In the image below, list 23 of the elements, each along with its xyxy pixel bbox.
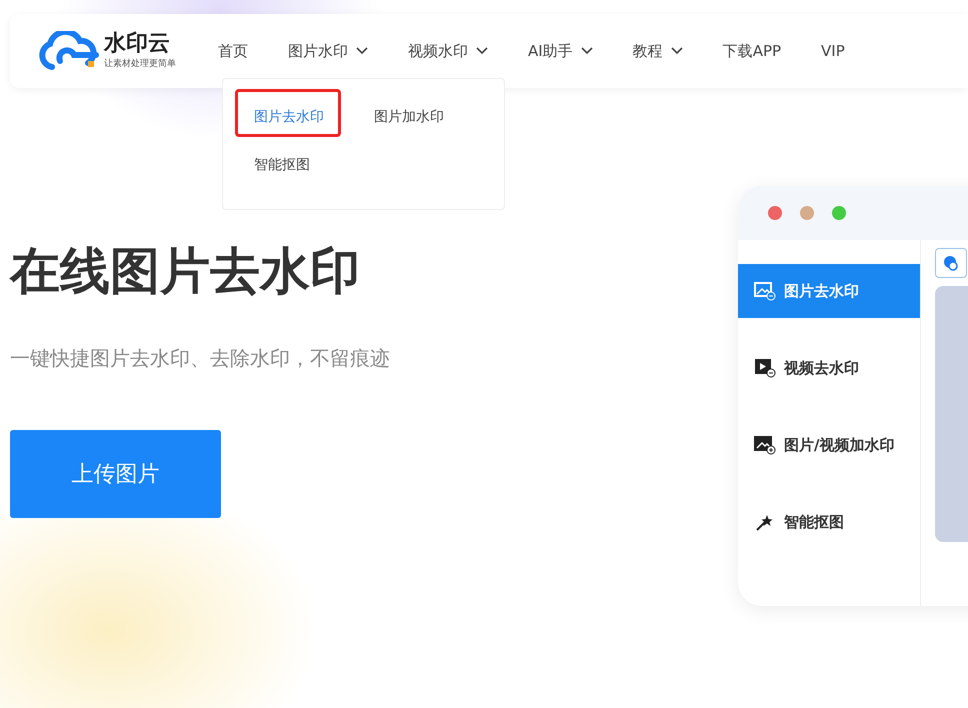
nav-link[interactable]: 下载APP bbox=[722, 42, 782, 60]
nav-link[interactable]: AI助手 bbox=[528, 42, 593, 60]
cloud-logo-icon bbox=[38, 31, 102, 71]
dropdown-item[interactable]: 图片加水印 bbox=[355, 89, 461, 137]
nav-link[interactable]: 视频水印 bbox=[408, 42, 488, 60]
sidebar-item[interactable]: 智能抠图 bbox=[738, 495, 920, 549]
logo-tagline: 让素材处理更简单 bbox=[104, 58, 176, 70]
hero-subtitle: 一键快捷图片去水印、去除水印，不留痕迹 bbox=[10, 345, 390, 372]
nav-link[interactable]: 教程 bbox=[632, 42, 683, 60]
video-minus-icon bbox=[754, 358, 776, 378]
dropdown-item[interactable]: 图片去水印 bbox=[235, 89, 341, 137]
upload-button[interactable]: 上传图片 bbox=[10, 430, 221, 518]
dropdown-item[interactable]: 智能抠图 bbox=[235, 153, 341, 185]
tool-button[interactable] bbox=[935, 248, 967, 278]
logo-name: 水印云 bbox=[104, 32, 171, 57]
sidebar-item[interactable]: 视频去水印 bbox=[738, 341, 920, 395]
nav-link[interactable]: 首页 bbox=[218, 42, 248, 60]
image-minus-icon bbox=[754, 281, 776, 301]
nav-link[interactable]: VIP bbox=[821, 42, 845, 60]
nav-link[interactable]: 图片水印 bbox=[288, 42, 368, 60]
sidebar-item[interactable]: 图片去水印 bbox=[738, 264, 920, 318]
hero-title: 在线图片去水印 bbox=[10, 241, 361, 302]
sidebar-item[interactable]: 图片/视频加水印 bbox=[738, 418, 920, 472]
